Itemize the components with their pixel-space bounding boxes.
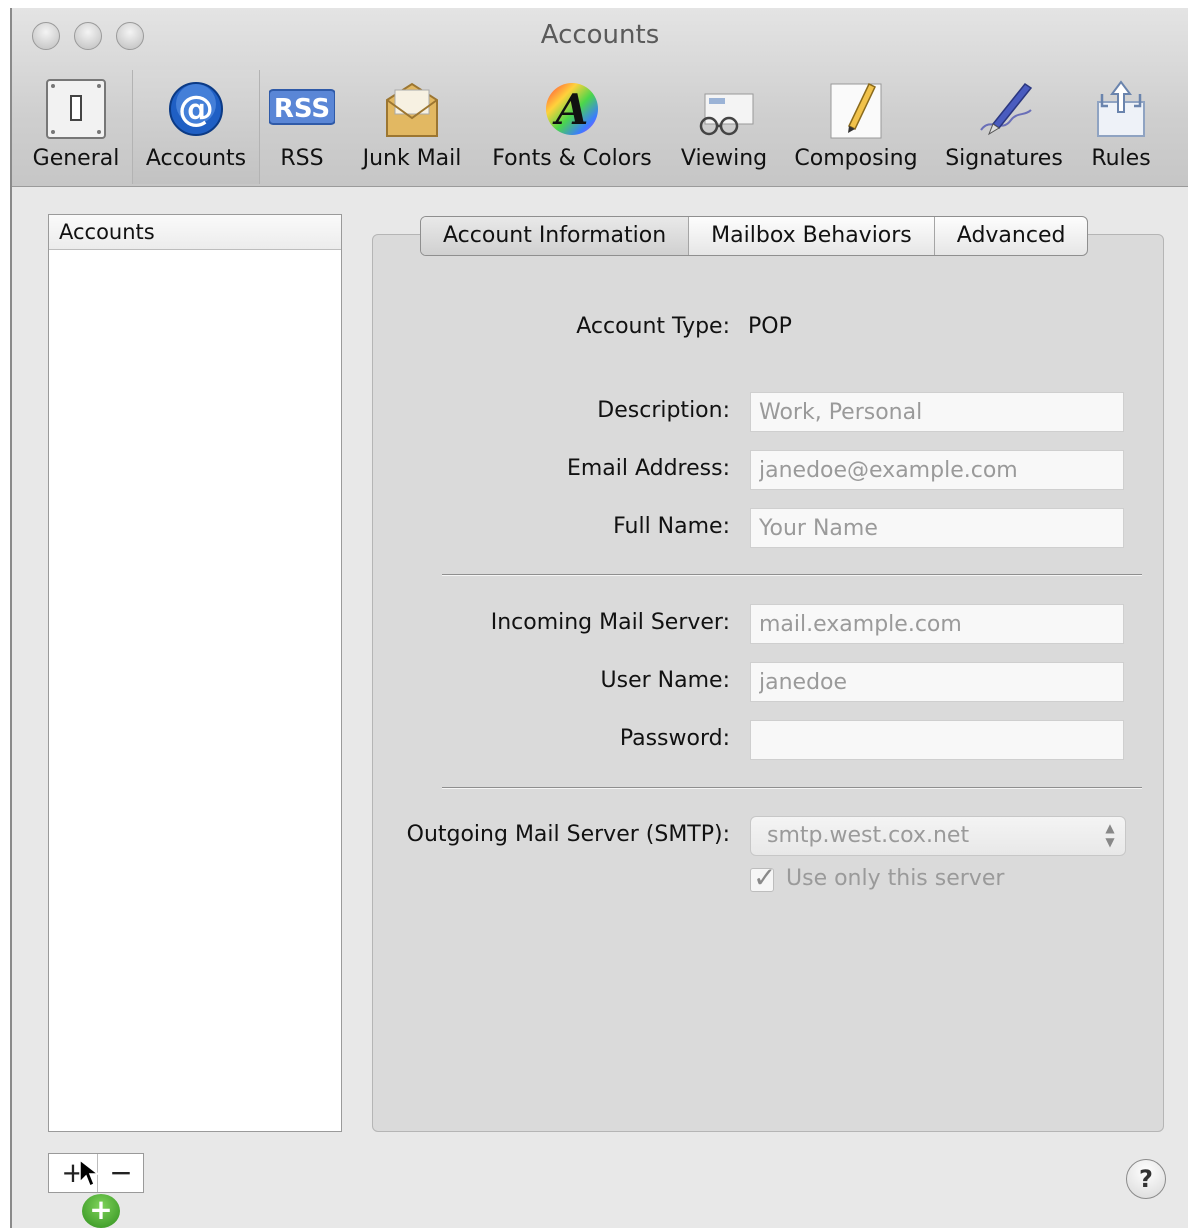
toolbar-label: General (32, 146, 120, 171)
rules-arrows-icon (1088, 76, 1154, 142)
account-type-value: POP (748, 314, 792, 339)
mouse-pointer-icon (79, 1158, 100, 1188)
email-address-label: Email Address: (566, 456, 730, 481)
composing-pencil-icon (823, 76, 889, 142)
toolbar-item-signatures[interactable]: Signatures (934, 70, 1074, 184)
toolbar-label: Junk Mail (362, 146, 462, 171)
toolbar-item-junk-mail[interactable]: Junk Mail (352, 70, 472, 184)
email-address-input[interactable] (750, 450, 1124, 490)
toolbar-item-rss[interactable]: RSS RSS (262, 70, 342, 184)
toolbar-label: Accounts (145, 146, 247, 171)
separator (442, 787, 1142, 789)
use-only-this-server-label: Use only this server (786, 866, 1005, 891)
accounts-list[interactable]: Accounts (48, 214, 342, 1132)
tab-advanced[interactable]: Advanced (935, 217, 1088, 255)
password-label: Password: (619, 726, 730, 751)
toolbar-label: Composing (794, 146, 918, 171)
use-only-this-server-checkbox[interactable]: ✓ (750, 861, 776, 894)
separator (442, 574, 1142, 576)
toolbar-label: RSS (280, 146, 324, 171)
stepper-arrows-icon: ▲ ▼ (1105, 821, 1115, 849)
rss-icon: RSS (268, 76, 336, 142)
toolbar-item-composing[interactable]: Composing (786, 70, 926, 184)
smtp-label: Outgoing Mail Server (SMTP): (406, 822, 730, 847)
tab-bar: Account Information Mailbox Behaviors Ad… (420, 216, 1089, 256)
toolbar-label: Viewing (680, 146, 768, 171)
drag-add-plus-icon: + (82, 1194, 120, 1228)
toolbar: Accounts General @ Accounts RSS RSS Junk… (12, 8, 1188, 187)
general-switch-icon (43, 76, 109, 142)
description-input[interactable] (750, 392, 1124, 432)
toolbar-item-rules[interactable]: Rules (1078, 70, 1164, 184)
viewing-glasses-icon (691, 76, 757, 142)
help-button[interactable]: ? (1126, 1159, 1166, 1199)
tab-mailbox-behaviors[interactable]: Mailbox Behaviors (689, 217, 935, 255)
toolbar-item-fonts-colors[interactable]: A Fonts & Colors (482, 70, 662, 184)
smtp-server-select[interactable]: smtp.west.cox.net ▲ ▼ (750, 816, 1126, 856)
full-name-input[interactable] (750, 508, 1124, 548)
incoming-server-label: Incoming Mail Server: (490, 610, 730, 635)
svg-text:@: @ (178, 89, 214, 130)
window-title: Accounts (540, 20, 660, 50)
account-type-label: Account Type: (576, 314, 730, 339)
full-name-label: Full Name: (613, 514, 730, 539)
description-label: Description: (597, 398, 730, 423)
toolbar-label: Rules (1091, 146, 1151, 171)
toolbar-item-viewing[interactable]: Viewing (672, 70, 776, 184)
at-sign-icon: @ (163, 76, 229, 142)
preferences-window: Accounts General @ Accounts RSS RSS Junk… (10, 8, 1188, 1228)
user-name-input[interactable] (750, 662, 1124, 702)
tab-account-information[interactable]: Account Information (421, 217, 690, 255)
accounts-list-header: Accounts (49, 215, 341, 250)
remove-account-button[interactable]: − (97, 1154, 145, 1192)
fonts-colors-icon: A (539, 76, 605, 142)
smtp-server-value: smtp.west.cox.net (767, 823, 970, 848)
toolbar-item-general[interactable]: General (26, 70, 126, 184)
signature-pen-icon (971, 76, 1037, 142)
password-input[interactable] (750, 720, 1124, 760)
toolbar-item-accounts[interactable]: @ Accounts (132, 70, 260, 184)
toolbar-label: Signatures (945, 146, 1063, 171)
svg-text:RSS: RSS (274, 94, 330, 124)
user-name-label: User Name: (600, 668, 730, 693)
junk-mail-envelope-icon (379, 76, 445, 142)
toolbar-label: Fonts & Colors (492, 146, 652, 171)
checkmark-icon: ✓ (753, 861, 777, 894)
svg-text:A: A (552, 85, 589, 134)
incoming-server-input[interactable] (750, 604, 1124, 644)
